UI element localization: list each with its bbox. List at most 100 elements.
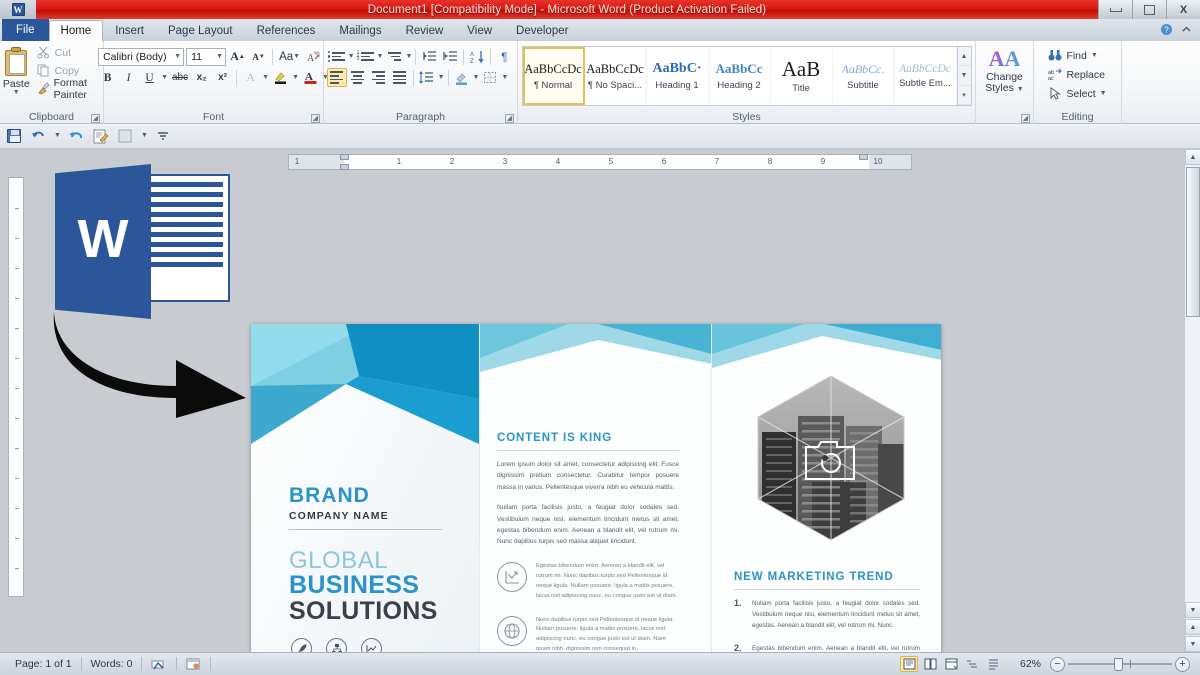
change-styles-caret[interactable]: ▼	[1017, 86, 1024, 93]
text-effects-button[interactable]: A	[241, 68, 260, 87]
help-icon[interactable]: ?	[1160, 23, 1173, 39]
show-formatting-marks-button[interactable]: ¶	[494, 47, 514, 66]
font-name-caret[interactable]: ▼	[174, 53, 181, 60]
font-color-button[interactable]: A	[301, 68, 320, 87]
styles-dialog-launcher[interactable]: ◢	[1021, 114, 1030, 123]
style-title[interactable]: AaB Title	[771, 47, 833, 105]
print-layout-view-button[interactable]	[900, 656, 918, 672]
customize-qat-button[interactable]	[153, 126, 173, 146]
style-heading-1[interactable]: AaBbC· Heading 1	[647, 47, 709, 105]
tab-insert[interactable]: Insert	[103, 20, 156, 41]
zoom-slider[interactable]	[1068, 657, 1172, 671]
save-button[interactable]	[4, 126, 24, 146]
underline-caret[interactable]: ▼	[161, 75, 168, 81]
find-caret[interactable]: ▼	[1091, 53, 1098, 59]
grow-font-button[interactable]: A▲	[228, 47, 247, 66]
zoom-out-button[interactable]: −	[1050, 657, 1065, 672]
select-caret[interactable]: ▼	[1100, 91, 1107, 97]
word-count[interactable]: Words: 0	[82, 656, 142, 673]
tab-home[interactable]: Home	[49, 20, 104, 41]
borders-button[interactable]	[480, 68, 500, 87]
paste-dropdown-caret[interactable]: ▼	[13, 90, 20, 96]
replace-button[interactable]: abac Replace	[1048, 66, 1106, 83]
shrink-font-button[interactable]: A▼	[249, 47, 268, 66]
align-center-button[interactable]	[348, 68, 368, 87]
tab-file[interactable]: File	[2, 19, 49, 41]
font-dialog-launcher[interactable]: ◢	[311, 114, 320, 123]
draft-view-button[interactable]	[984, 656, 1002, 672]
text-effects-caret[interactable]: ▼	[262, 75, 269, 81]
minimize-ribbon-icon[interactable]	[1181, 24, 1192, 38]
numbering-button[interactable]: 123	[356, 47, 376, 66]
select-button[interactable]: Select ▼	[1048, 85, 1106, 102]
close-button[interactable]: X	[1166, 0, 1200, 19]
subscript-button[interactable]: x₂	[192, 68, 211, 87]
font-size-caret[interactable]: ▼	[216, 53, 223, 60]
tab-page-layout[interactable]: Page Layout	[156, 20, 245, 41]
style-subtle-emphasis[interactable]: AaBbCcDc Subtle Em...	[895, 47, 957, 105]
zoom-slider-thumb[interactable]	[1114, 658, 1123, 671]
tab-references[interactable]: References	[245, 20, 328, 41]
full-screen-reading-view-button[interactable]	[921, 656, 939, 672]
tab-mailings[interactable]: Mailings	[327, 20, 393, 41]
scrollbar-thumb[interactable]	[1186, 167, 1200, 317]
justify-button[interactable]	[390, 68, 410, 87]
bullets-caret[interactable]: ▼	[348, 54, 355, 60]
italic-button[interactable]: I	[119, 68, 138, 87]
maximize-button[interactable]	[1132, 0, 1166, 19]
clipboard-dialog-launcher[interactable]: ◢	[91, 114, 100, 123]
cut-button[interactable]: Cut	[34, 44, 103, 61]
change-styles-button[interactable]: AA Change Styles ▼	[985, 44, 1023, 94]
decrease-indent-button[interactable]	[419, 47, 439, 66]
document-page[interactable]: BRAND COMPANY NAME GLOBAL BUSINESS SOLUT…	[251, 324, 941, 675]
style-picker-button[interactable]	[116, 126, 136, 146]
scroll-down-button[interactable]: ▼	[1185, 602, 1200, 618]
multilevel-list-button[interactable]	[384, 47, 404, 66]
styles-scroll-up[interactable]: ▲	[958, 47, 971, 66]
bold-button[interactable]: B	[98, 68, 117, 87]
styles-more-button[interactable]: ▾	[958, 86, 971, 105]
align-left-button[interactable]	[327, 68, 347, 87]
format-painter-button[interactable]: Format Painter	[34, 80, 103, 97]
underline-button[interactable]: U	[140, 68, 159, 87]
increase-indent-button[interactable]	[440, 47, 460, 66]
outline-view-button[interactable]	[963, 656, 981, 672]
style-picker-caret[interactable]: ▼	[141, 133, 148, 139]
quick-print-button[interactable]	[91, 126, 111, 146]
line-spacing-button[interactable]	[417, 68, 437, 87]
first-line-indent-marker[interactable]	[340, 154, 349, 160]
strikethrough-button[interactable]: abc	[170, 68, 190, 87]
undo-button[interactable]	[29, 126, 49, 146]
language-icon[interactable]	[177, 656, 210, 673]
align-right-button[interactable]	[369, 68, 389, 87]
web-layout-view-button[interactable]	[942, 656, 960, 672]
styles-scroll-down[interactable]: ▼	[958, 66, 971, 85]
superscript-button[interactable]: x²	[213, 68, 232, 87]
undo-caret[interactable]: ▼	[54, 133, 61, 139]
tab-view[interactable]: View	[455, 20, 504, 41]
scroll-up-button[interactable]: ▲	[1185, 149, 1200, 165]
redo-button[interactable]	[66, 126, 86, 146]
minimize-button[interactable]	[1098, 0, 1132, 19]
multilevel-caret[interactable]: ▼	[405, 54, 412, 60]
paragraph-dialog-launcher[interactable]: ◢	[505, 114, 514, 123]
tab-review[interactable]: Review	[394, 20, 456, 41]
tab-developer[interactable]: Developer	[504, 20, 580, 41]
vertical-scrollbar[interactable]: ▲ ▼ ▲ ▼	[1184, 149, 1200, 652]
style-normal[interactable]: AaBbCcDc ¶ Normal	[523, 47, 585, 105]
shading-button[interactable]	[452, 68, 472, 87]
style-heading-2[interactable]: AaBbCc Heading 2	[709, 47, 771, 105]
shading-caret[interactable]: ▼	[473, 75, 480, 81]
zoom-level[interactable]: 62%	[1009, 658, 1041, 670]
change-case-button[interactable]: Aa▼	[277, 47, 302, 66]
style-subtitle[interactable]: AaBbCc. Subtitle	[833, 47, 895, 105]
font-name-input[interactable]: Calibri (Body) ▼	[98, 48, 184, 66]
next-page-button[interactable]: ▼	[1185, 636, 1200, 652]
highlight-caret[interactable]: ▼	[292, 75, 299, 81]
numbering-caret[interactable]: ▼	[377, 54, 384, 60]
left-indent-marker[interactable]	[340, 164, 349, 170]
clear-formatting-button[interactable]: A	[304, 47, 323, 66]
proofing-errors-icon[interactable]	[142, 656, 176, 673]
line-spacing-caret[interactable]: ▼	[438, 75, 445, 81]
app-menu-button[interactable]: W	[0, 0, 36, 19]
